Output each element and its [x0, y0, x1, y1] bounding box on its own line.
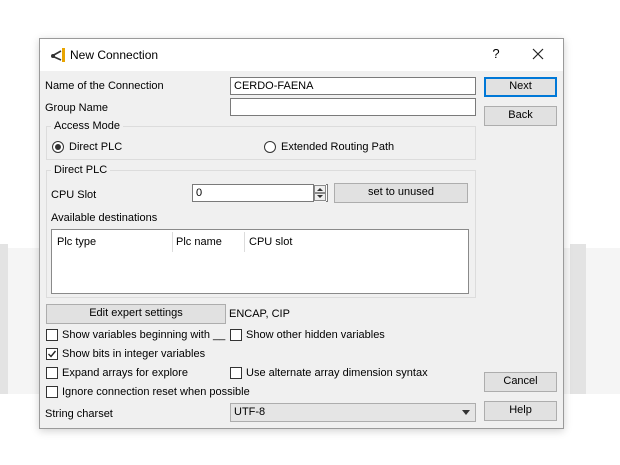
show-hidden-vars-label[interactable]: Show other hidden variables	[246, 328, 385, 342]
spin-down-button[interactable]	[314, 193, 326, 201]
spin-down-icon	[317, 195, 323, 198]
ignore-reset-checkbox[interactable]	[46, 386, 58, 398]
show-vars-beginning-label[interactable]: Show variables beginning with __	[62, 328, 225, 342]
close-icon[interactable]	[527, 44, 549, 64]
direct-plc-title: Direct PLC	[51, 164, 111, 176]
alt-array-syntax-label[interactable]: Use alternate array dimension syntax	[246, 366, 428, 380]
cpu-slot-spinbox[interactable]: 0	[192, 184, 328, 202]
expert-settings-summary: ENCAP, CIP	[229, 308, 290, 320]
direct-plc-radio-label[interactable]: Direct PLC	[69, 140, 122, 154]
available-destinations-label: Available destinations	[51, 212, 158, 224]
background-shape	[570, 244, 586, 394]
help-title-button[interactable]: ?	[489, 45, 503, 63]
show-bits-checkbox[interactable]	[46, 348, 58, 360]
background-shape	[0, 244, 8, 394]
dropdown-arrow-icon	[462, 410, 470, 415]
back-button[interactable]: Back	[484, 106, 557, 126]
alt-array-syntax-checkbox[interactable]	[230, 367, 242, 379]
cpu-slot-spin-buttons[interactable]	[313, 184, 326, 202]
connection-name-field[interactable]: CERDO-FAENA	[230, 77, 476, 95]
show-vars-beginning-checkbox[interactable]	[46, 329, 58, 341]
cancel-button[interactable]: Cancel	[484, 372, 557, 392]
column-header-cpu-slot[interactable]: CPU slot	[249, 235, 292, 249]
next-button[interactable]: Next	[484, 77, 557, 97]
group-name-field[interactable]	[230, 98, 476, 116]
destinations-list[interactable]: Plc type Plc name CPU slot	[51, 229, 469, 294]
group-name-label: Group Name	[45, 102, 108, 114]
column-separator	[172, 232, 173, 252]
column-header-plc-name[interactable]: Plc name	[176, 235, 222, 249]
string-charset-label: String charset	[45, 408, 113, 420]
string-charset-value: UTF-8	[234, 406, 266, 418]
extended-routing-radio[interactable]	[264, 141, 276, 153]
ignore-reset-label[interactable]: Ignore connection reset when possible	[62, 385, 250, 399]
access-mode-title: Access Mode	[51, 120, 124, 132]
string-charset-select[interactable]: UTF-8	[230, 403, 476, 422]
checkmark-icon	[48, 350, 57, 358]
spin-up-icon	[317, 188, 323, 191]
connection-app-icon	[51, 48, 65, 62]
show-hidden-vars-checkbox[interactable]	[230, 329, 242, 341]
column-header-plc-type[interactable]: Plc type	[57, 235, 96, 249]
expand-arrays-checkbox[interactable]	[46, 367, 58, 379]
column-separator	[244, 232, 245, 252]
help-button[interactable]: Help	[484, 401, 557, 421]
dialog-title: New Connection	[70, 48, 159, 62]
cpu-slot-label: CPU Slot	[51, 189, 97, 201]
set-to-unused-button[interactable]: set to unused	[334, 183, 468, 203]
show-bits-label[interactable]: Show bits in integer variables	[62, 347, 205, 361]
edit-expert-settings-button[interactable]: Edit expert settings	[46, 304, 226, 324]
title-bar: New Connection ?	[40, 39, 563, 71]
spin-up-button[interactable]	[314, 185, 326, 193]
new-connection-dialog: New Connection ? Name of the Connection …	[39, 38, 564, 429]
expand-arrays-label[interactable]: Expand arrays for explore	[62, 366, 188, 380]
direct-plc-radio[interactable]	[52, 141, 64, 153]
connection-name-label: Name of the Connection	[45, 80, 164, 92]
extended-routing-radio-label[interactable]: Extended Routing Path	[281, 140, 394, 154]
